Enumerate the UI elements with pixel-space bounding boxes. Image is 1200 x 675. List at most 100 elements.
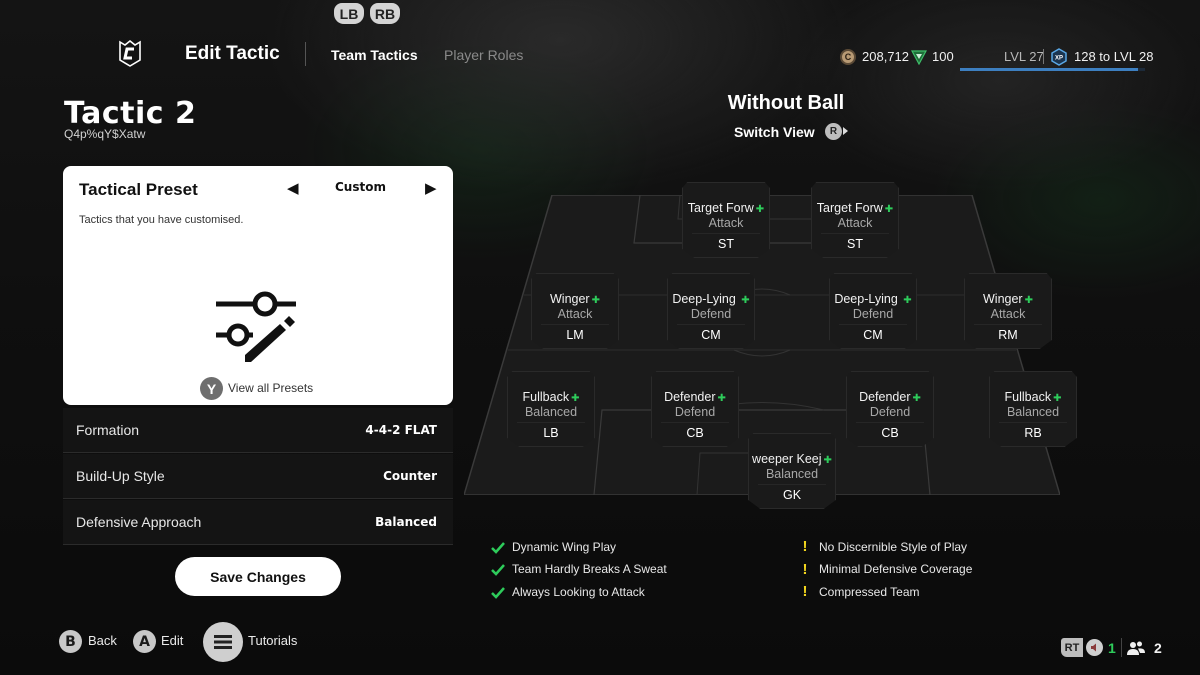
player-duty: Attack — [974, 307, 1042, 325]
setting-value: Balanced — [375, 515, 437, 529]
player-position: RM — [998, 328, 1018, 342]
status-divider — [1121, 638, 1122, 657]
setting-value: Counter — [383, 469, 437, 483]
tactical-preset-card[interactable]: Tactical Preset ◀ Custom ▶ Tactics that … — [63, 166, 453, 405]
player-duty: Attack — [692, 216, 760, 234]
player-card-st-right[interactable]: Target Forw ✚ Attack ST — [811, 182, 899, 258]
player-role: weeper Keej ✚ — [752, 452, 832, 466]
coins-balance: 208,712 — [862, 49, 909, 64]
rb-bumper-button[interactable]: RB — [370, 3, 400, 24]
tab-team-tactics[interactable]: Team Tactics — [331, 47, 418, 63]
player-duty: Balanced — [517, 405, 585, 423]
weakness-item: Compressed Team — [819, 585, 920, 599]
plus-icon: ✚ — [823, 455, 832, 466]
setting-row-formation[interactable]: Formation 4-4-2 FLAT — [63, 408, 453, 453]
menu-button[interactable] — [203, 622, 243, 662]
player-position: LM — [566, 328, 584, 342]
level-divider — [1043, 49, 1044, 64]
player-duty: Defend — [677, 307, 745, 325]
player-position: CB — [686, 426, 704, 440]
preset-title: Tactical Preset — [79, 180, 198, 199]
header-divider — [305, 42, 306, 66]
strength-item: Always Looking to Attack — [512, 585, 645, 599]
player-role: Defender ✚ — [664, 390, 726, 404]
player-position: GK — [782, 488, 802, 502]
player-duty: Attack — [541, 307, 609, 325]
weakness-item: Minimal Defensive Coverage — [819, 562, 973, 576]
back-label[interactable]: Back — [88, 633, 117, 648]
points-icon — [911, 50, 927, 65]
xp-progress-bar — [960, 68, 1145, 71]
coin-icon: C — [840, 49, 856, 65]
points-balance: 100 — [932, 49, 954, 64]
strength-item: Team Hardly Breaks A Sweat — [512, 562, 667, 576]
plus-icon: ✚ — [912, 393, 921, 404]
party-members-icon[interactable] — [1127, 640, 1145, 656]
player-duty: Defend — [856, 405, 924, 423]
preset-value: Custom — [335, 180, 386, 194]
switch-view-label[interactable]: Switch View — [734, 124, 815, 140]
setting-value: 4-4-2 FLAT — [365, 423, 437, 437]
b-button-icon[interactable]: B — [59, 630, 82, 653]
a-button-icon[interactable]: A — [133, 630, 156, 653]
player-duty: Balanced — [999, 405, 1067, 423]
player-card-rb[interactable]: Fullback ✚ Balanced RB — [989, 371, 1077, 447]
rt-trigger-button[interactable]: RT — [1061, 638, 1083, 657]
tab-player-roles[interactable]: Player Roles — [444, 47, 523, 63]
plus-icon: ✚ — [1053, 393, 1062, 404]
strength-item: Dynamic Wing Play — [512, 540, 617, 554]
check-icon — [491, 542, 505, 554]
xp-to-next-level: 128 to LVL 28 — [1074, 49, 1154, 64]
player-card-lm[interactable]: Winger ✚ Attack LM — [531, 273, 619, 349]
player-card-cm-right[interactable]: Deep-Lying ✚ Defend CM — [829, 273, 917, 349]
r-stick-button-icon[interactable]: R — [825, 123, 842, 140]
player-duty: Defend — [839, 307, 907, 325]
voice-count: 1 — [1108, 640, 1116, 656]
player-role: Target Forw ✚ — [687, 201, 765, 215]
player-card-lb[interactable]: Fullback ✚ Balanced LB — [507, 371, 595, 447]
player-role: Winger ✚ — [983, 292, 1033, 306]
player-role: Deep-Lying ✚ — [834, 292, 912, 306]
plus-icon: ✚ — [1024, 295, 1033, 306]
save-changes-button[interactable]: Save Changes — [175, 557, 341, 596]
current-level: LVL 27 — [1004, 49, 1044, 64]
setting-label: Build-Up Style — [76, 468, 165, 484]
lb-bumper-button[interactable]: LB — [334, 3, 364, 24]
setting-row-defensive-approach[interactable]: Defensive Approach Balanced — [63, 500, 453, 545]
hamburger-icon — [214, 635, 232, 649]
edit-label[interactable]: Edit — [161, 633, 183, 648]
player-duty: Attack — [821, 216, 889, 234]
player-card-rm[interactable]: Winger ✚ Attack RM — [964, 273, 1052, 349]
svg-text:XP: XP — [1055, 56, 1063, 62]
player-card-gk[interactable]: weeper Keej ✚ Balanced GK — [748, 433, 836, 509]
tutorials-label[interactable]: Tutorials — [248, 633, 297, 648]
clubs-logo-icon — [119, 40, 141, 67]
player-card-st-left[interactable]: Target Forw ✚ Attack ST — [682, 182, 770, 258]
plus-icon: ✚ — [571, 393, 580, 404]
player-card-cb-left[interactable]: Defender ✚ Defend CB — [651, 371, 739, 447]
player-card-cb-right[interactable]: Defender ✚ Defend CB — [846, 371, 934, 447]
player-role: Fullback ✚ — [522, 390, 580, 404]
player-position: CB — [881, 426, 899, 440]
player-position: CM — [863, 328, 883, 342]
plus-icon: ✚ — [903, 295, 912, 306]
preset-prev-arrow[interactable]: ◀ — [287, 179, 299, 197]
player-role: Deep-Lying ✚ — [672, 292, 750, 306]
plus-icon: ✚ — [717, 393, 726, 404]
switch-arrow-icon — [843, 127, 848, 135]
player-position: ST — [847, 237, 863, 251]
plus-icon: ✚ — [755, 204, 765, 215]
view-all-presets-link[interactable]: View all Presets — [228, 381, 313, 395]
party-count: 2 — [1154, 640, 1162, 656]
player-role: Defender ✚ — [859, 390, 921, 404]
check-icon — [491, 564, 505, 576]
preset-next-arrow[interactable]: ▶ — [425, 179, 437, 197]
player-card-cm-left[interactable]: Deep-Lying ✚ Defend CM — [667, 273, 755, 349]
voice-chat-icon[interactable] — [1086, 639, 1103, 656]
y-button-icon[interactable]: Y — [200, 377, 223, 400]
setting-row-build-up-style[interactable]: Build-Up Style Counter — [63, 454, 453, 499]
player-position: CM — [701, 328, 721, 342]
player-position: LB — [543, 426, 559, 440]
player-position: ST — [718, 237, 734, 251]
preset-description: Tactics that you have customised. — [79, 214, 244, 226]
